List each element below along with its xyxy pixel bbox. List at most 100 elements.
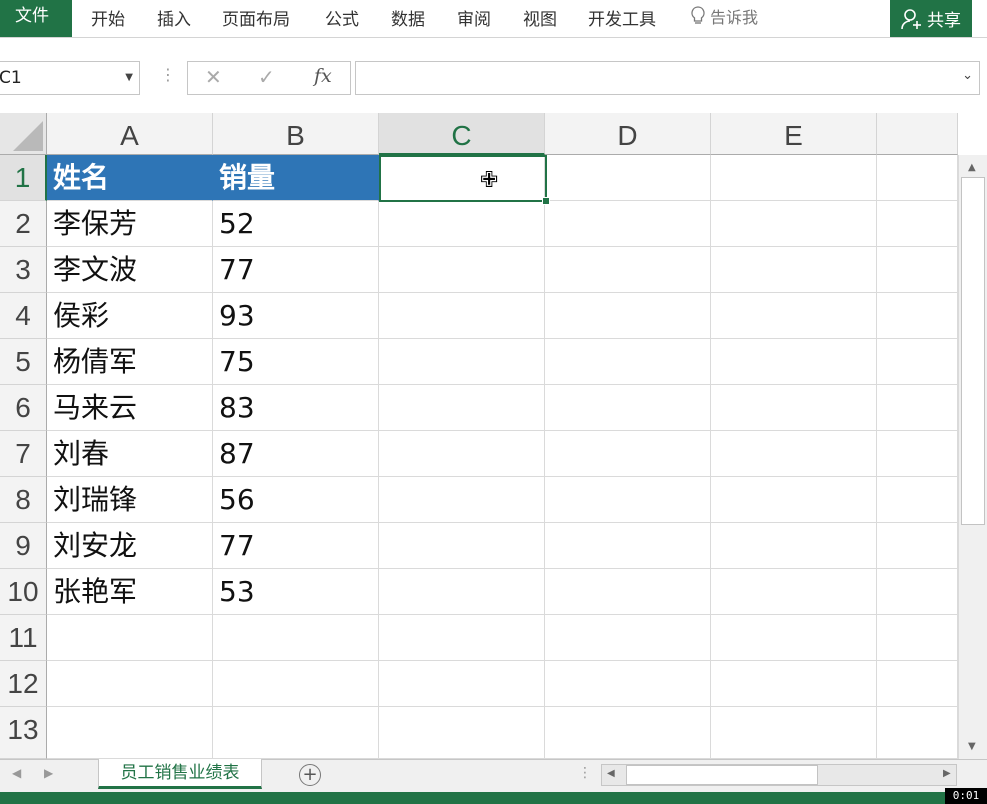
cell-c3[interactable] — [379, 247, 545, 293]
cell-e7[interactable] — [711, 431, 877, 477]
cell-d1[interactable] — [545, 155, 711, 201]
expand-chevron-icon[interactable]: ⌄ — [962, 68, 973, 83]
tab-page-layout[interactable]: 页面布局 — [222, 5, 290, 30]
cell-d10[interactable] — [545, 569, 711, 615]
cell-e5[interactable] — [711, 339, 877, 385]
cell-e3[interactable] — [711, 247, 877, 293]
cell-c10[interactable] — [379, 569, 545, 615]
cell-e12[interactable] — [711, 661, 877, 707]
chevron-down-icon[interactable]: ▼ — [125, 62, 133, 94]
cell-d5[interactable] — [545, 339, 711, 385]
cell-f11[interactable] — [877, 615, 958, 661]
cell-c2[interactable] — [379, 201, 545, 247]
tab-home[interactable]: 开始 — [91, 5, 125, 30]
cell-c5[interactable] — [379, 339, 545, 385]
row-header-6[interactable]: 6 — [0, 385, 47, 431]
sheet-tab[interactable]: 员工销售业绩表 — [98, 759, 262, 789]
cell-c9[interactable] — [379, 523, 545, 569]
cell-b13[interactable] — [213, 707, 379, 759]
tab-developer[interactable]: 开发工具 — [588, 5, 656, 30]
cell-b7[interactable]: 87 — [213, 431, 379, 477]
row-header-11[interactable]: 11 — [0, 615, 47, 661]
cell-a6[interactable]: 马来云 — [47, 385, 213, 431]
cell-f1[interactable] — [877, 155, 958, 201]
cell-a8[interactable]: 刘瑞锋 — [47, 477, 213, 523]
cell-d8[interactable] — [545, 477, 711, 523]
vertical-scroll-thumb[interactable] — [961, 177, 985, 525]
cell-b12[interactable] — [213, 661, 379, 707]
cell-a11[interactable] — [47, 615, 213, 661]
cell-c8[interactable] — [379, 477, 545, 523]
cell-e11[interactable] — [711, 615, 877, 661]
cell-c13[interactable] — [379, 707, 545, 759]
cell-c4[interactable] — [379, 293, 545, 339]
cell-b10[interactable]: 53 — [213, 569, 379, 615]
row-header-1[interactable]: 1 — [0, 155, 47, 201]
column-header-d[interactable]: D — [545, 113, 711, 155]
row-header-3[interactable]: 3 — [0, 247, 47, 293]
row-header-12[interactable]: 12 — [0, 661, 47, 707]
cell-c7[interactable] — [379, 431, 545, 477]
tab-formulas[interactable]: 公式 — [325, 5, 359, 30]
scroll-right-icon[interactable]: ▶ — [943, 768, 951, 779]
cell-e2[interactable] — [711, 201, 877, 247]
scroll-up-icon[interactable]: ▲ — [968, 162, 976, 173]
column-header-b[interactable]: B — [213, 113, 379, 155]
cell-e4[interactable] — [711, 293, 877, 339]
row-header-5[interactable]: 5 — [0, 339, 47, 385]
cell-b4[interactable]: 93 — [213, 293, 379, 339]
cell-b3[interactable]: 77 — [213, 247, 379, 293]
cell-f10[interactable] — [877, 569, 958, 615]
row-header-8[interactable]: 8 — [0, 477, 47, 523]
cell-f8[interactable] — [877, 477, 958, 523]
cell-b11[interactable] — [213, 615, 379, 661]
horizontal-scroll-thumb[interactable] — [626, 765, 818, 785]
name-box[interactable]: C1 ▼ — [0, 61, 140, 95]
cell-c6[interactable] — [379, 385, 545, 431]
cell-e8[interactable] — [711, 477, 877, 523]
insert-function-button[interactable]: fx — [314, 65, 332, 87]
select-all-corner[interactable] — [0, 113, 47, 155]
tab-insert[interactable]: 插入 — [157, 5, 191, 30]
cell-a12[interactable] — [47, 661, 213, 707]
cell-e6[interactable] — [711, 385, 877, 431]
row-header-9[interactable]: 9 — [0, 523, 47, 569]
column-header-f[interactable]: F — [877, 113, 958, 155]
cell-d3[interactable] — [545, 247, 711, 293]
scroll-left-icon[interactable]: ◀ — [607, 768, 615, 779]
cell-a10[interactable]: 张艳军 — [47, 569, 213, 615]
cell-b5[interactable]: 75 — [213, 339, 379, 385]
column-header-a[interactable]: A — [47, 113, 213, 155]
row-header-13[interactable]: 13 — [0, 707, 47, 759]
fill-handle[interactable] — [542, 197, 550, 205]
tab-review[interactable]: 审阅 — [457, 5, 491, 30]
cell-b6[interactable]: 83 — [213, 385, 379, 431]
cell-f4[interactable] — [877, 293, 958, 339]
cell-f9[interactable] — [877, 523, 958, 569]
row-header-10[interactable]: 10 — [0, 569, 47, 615]
cell-a9[interactable]: 刘安龙 — [47, 523, 213, 569]
row-header-7[interactable]: 7 — [0, 431, 47, 477]
cell-f12[interactable] — [877, 661, 958, 707]
column-header-c[interactable]: C — [379, 113, 545, 155]
cell-d9[interactable] — [545, 523, 711, 569]
share-button[interactable]: 共享 — [890, 0, 972, 37]
cell-d11[interactable] — [545, 615, 711, 661]
cell-d13[interactable] — [545, 707, 711, 759]
cell-a13[interactable] — [47, 707, 213, 759]
add-sheet-icon[interactable]: + — [299, 764, 321, 786]
cell-a4[interactable]: 侯彩 — [47, 293, 213, 339]
prev-sheet-icon[interactable]: ◀ — [12, 766, 21, 780]
cell-f2[interactable] — [877, 201, 958, 247]
next-sheet-icon[interactable]: ▶ — [44, 766, 53, 780]
cell-a1[interactable]: 姓名 — [47, 155, 213, 201]
file-tab[interactable]: 文件 — [0, 0, 72, 37]
tab-data[interactable]: 数据 — [391, 5, 425, 30]
cell-d4[interactable] — [545, 293, 711, 339]
cell-e9[interactable] — [711, 523, 877, 569]
cancel-icon[interactable]: ✕ — [205, 65, 222, 89]
cell-e1[interactable] — [711, 155, 877, 201]
cell-b9[interactable]: 77 — [213, 523, 379, 569]
cell-a3[interactable]: 李文波 — [47, 247, 213, 293]
cell-f5[interactable] — [877, 339, 958, 385]
